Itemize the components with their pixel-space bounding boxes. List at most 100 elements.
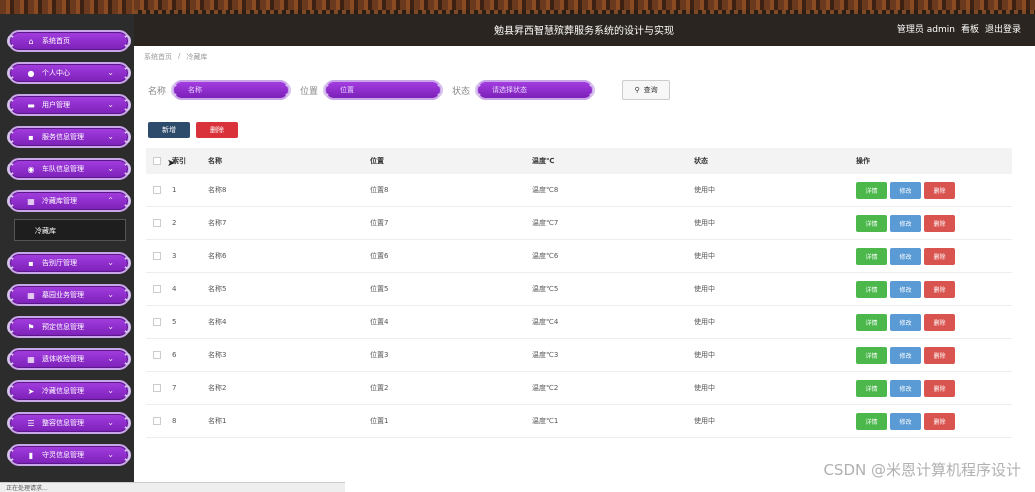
sidebar-item-label: 冷藏信息管理 bbox=[42, 387, 84, 395]
sidebar-item-users[interactable]: ▬ 用户管理 ⌄ bbox=[7, 94, 131, 116]
select-all-checkbox[interactable] bbox=[153, 157, 161, 165]
delete-button[interactable]: 删除 bbox=[924, 181, 955, 199]
user-label: 管理员 admin bbox=[896, 25, 955, 35]
cell-temp: 温度℃8 bbox=[532, 186, 559, 194]
cell-status: 使用中 bbox=[694, 318, 715, 326]
cell-name: 名称1 bbox=[208, 417, 227, 425]
sidebar-item-label: 遗体收殓管理 bbox=[42, 355, 84, 363]
edit-button[interactable]: 修改 bbox=[890, 412, 921, 430]
delete-button[interactable]: 删除 bbox=[924, 214, 955, 232]
grid-icon: ▦ bbox=[27, 354, 35, 364]
detail-button[interactable]: 详情 bbox=[856, 313, 887, 331]
row-checkbox[interactable] bbox=[153, 318, 161, 326]
logout-link[interactable]: 退出登录 bbox=[985, 22, 1021, 35]
row-checkbox[interactable] bbox=[153, 186, 161, 194]
cell-temp: 温度℃7 bbox=[532, 219, 559, 227]
sidebar-item-label: 告别厅管理 bbox=[42, 259, 77, 267]
row-checkbox[interactable] bbox=[153, 417, 161, 425]
row-checkbox[interactable] bbox=[153, 384, 161, 392]
delete-button[interactable]: 删除 bbox=[924, 313, 955, 331]
table-row: 4 名称5 位置5 温度℃5 使用中 详情 修改 删除 bbox=[146, 273, 1012, 306]
cell-index: 2 bbox=[172, 219, 177, 227]
delete-button[interactable]: 删除 bbox=[924, 247, 955, 265]
query-button-label: 查询 bbox=[643, 86, 658, 94]
sidebar-item-label: 车队信息管理 bbox=[42, 165, 84, 173]
edit-button[interactable]: 修改 bbox=[890, 346, 921, 364]
sidebar-item-reservation[interactable]: ⚑ 预定信息管理 ⌄ bbox=[7, 316, 131, 338]
sidebar-item-vigil[interactable]: ▮ 守灵信息管理 ⌄ bbox=[7, 444, 131, 466]
detail-button[interactable]: 详情 bbox=[856, 214, 887, 232]
detail-button[interactable]: 详情 bbox=[856, 379, 887, 397]
cell-ops: 详情 修改 删除 bbox=[856, 313, 1012, 331]
cell-ops: 详情 修改 删除 bbox=[856, 181, 1012, 199]
cell-status: 使用中 bbox=[694, 351, 715, 359]
detail-button[interactable]: 详情 bbox=[856, 181, 887, 199]
chevron-down-icon: ⌄ bbox=[107, 100, 114, 109]
status-select[interactable]: 请选择状态 bbox=[475, 80, 596, 100]
header-decor bbox=[134, 0, 1035, 10]
sidebar-item-cemetery[interactable]: ▦ 墓园业务管理 ⌄ bbox=[7, 284, 131, 306]
edit-button[interactable]: 修改 bbox=[890, 379, 921, 397]
detail-button[interactable]: 详情 bbox=[856, 346, 887, 364]
cell-status: 使用中 bbox=[694, 285, 715, 293]
sidebar-item-fleet[interactable]: ◉ 车队信息管理 ⌄ bbox=[7, 158, 131, 180]
cell-index: 1 bbox=[172, 186, 177, 194]
position-input[interactable]: 位置 bbox=[323, 80, 444, 100]
edit-button[interactable]: 修改 bbox=[890, 313, 921, 331]
sidebar-item-label: 守灵信息管理 bbox=[42, 451, 84, 459]
edit-button[interactable]: 修改 bbox=[890, 214, 921, 232]
name-placeholder: 名称 bbox=[188, 86, 203, 94]
detail-button[interactable]: 详情 bbox=[856, 280, 887, 298]
watermark: CSDN @米恩计算机程序设计 bbox=[823, 461, 1021, 479]
cell-name: 名称3 bbox=[208, 351, 227, 359]
breadcrumb-home[interactable]: 系统首页 bbox=[144, 52, 172, 62]
delete-button[interactable]: 删除 bbox=[924, 280, 955, 298]
edit-button[interactable]: 修改 bbox=[890, 280, 921, 298]
breadcrumb: 系统首页 / 冷藏库 bbox=[144, 52, 207, 62]
sidebar-subitem-cold-storage[interactable]: 冷藏库 bbox=[14, 219, 126, 241]
detail-button[interactable]: 详情 bbox=[856, 412, 887, 430]
detail-button[interactable]: 详情 bbox=[856, 247, 887, 265]
cell-ops: 详情 修改 删除 bbox=[856, 280, 1012, 298]
row-checkbox[interactable] bbox=[153, 219, 161, 227]
table-row: 5 名称4 位置4 温度℃4 使用中 详情 修改 删除 bbox=[146, 306, 1012, 339]
header-status: 状态 bbox=[694, 157, 708, 165]
cell-ops: 详情 修改 删除 bbox=[856, 214, 1012, 232]
cell-status: 使用中 bbox=[694, 219, 715, 227]
row-checkbox[interactable] bbox=[153, 252, 161, 260]
sidebar-item-cold-info[interactable]: ➤ 冷藏信息管理 ⌄ bbox=[7, 380, 131, 402]
sidebar-item-farewell-hall[interactable]: ▪ 告别厅管理 ⌄ bbox=[7, 252, 131, 274]
chevron-down-icon: ⌄ bbox=[107, 68, 114, 77]
cell-temp: 温度℃1 bbox=[532, 417, 559, 425]
name-input[interactable]: 名称 bbox=[171, 80, 292, 100]
sidebar-item-service[interactable]: ▪ 服务信息管理 ⌄ bbox=[7, 126, 131, 148]
cell-index: 7 bbox=[172, 384, 177, 392]
delete-button[interactable]: 删除 bbox=[924, 412, 955, 430]
cell-position: 位置8 bbox=[370, 186, 389, 194]
sidebar-item-label: 墓园业务管理 bbox=[42, 291, 84, 299]
row-checkbox[interactable] bbox=[153, 285, 161, 293]
row-checkbox[interactable] bbox=[153, 351, 161, 359]
board-link[interactable]: 看板 bbox=[961, 22, 979, 35]
sidebar-item-cold-storage[interactable]: ▦ 冷藏库管理 ⌃ bbox=[7, 190, 131, 212]
cell-position: 位置2 bbox=[370, 384, 389, 392]
batch-delete-button[interactable]: 删除 bbox=[196, 122, 238, 138]
delete-button[interactable]: 删除 bbox=[924, 379, 955, 397]
sidebar-item-remains[interactable]: ▦ 遗体收殓管理 ⌄ bbox=[7, 348, 131, 370]
cell-status: 使用中 bbox=[694, 384, 715, 392]
sidebar-item-cosmetic[interactable]: ☰ 整容信息管理 ⌄ bbox=[7, 412, 131, 434]
query-button[interactable]: ⚲ 查询 bbox=[622, 80, 671, 100]
add-button[interactable]: 新增 bbox=[148, 122, 190, 138]
sidebar-item-label: 个人中心 bbox=[42, 69, 70, 77]
cell-temp: 温度℃3 bbox=[532, 351, 559, 359]
edit-button[interactable]: 修改 bbox=[890, 181, 921, 199]
chevron-down-icon: ⌄ bbox=[107, 322, 114, 331]
sidebar-item-profile[interactable]: ● 个人中心 ⌄ bbox=[7, 62, 131, 84]
list-icon: ☰ bbox=[27, 418, 35, 428]
delete-button[interactable]: 删除 bbox=[924, 346, 955, 364]
status-label: 状态 bbox=[452, 86, 471, 97]
sidebar-item-home[interactable]: ⌂ 系统首页 bbox=[7, 30, 131, 52]
main-content: 系统首页 / 冷藏库 名称 名称 位置 位置 状态 请选择状态 ⚲ 查询 新增 … bbox=[134, 46, 1035, 492]
header-temp: 温度℃ bbox=[532, 157, 555, 165]
edit-button[interactable]: 修改 bbox=[890, 247, 921, 265]
